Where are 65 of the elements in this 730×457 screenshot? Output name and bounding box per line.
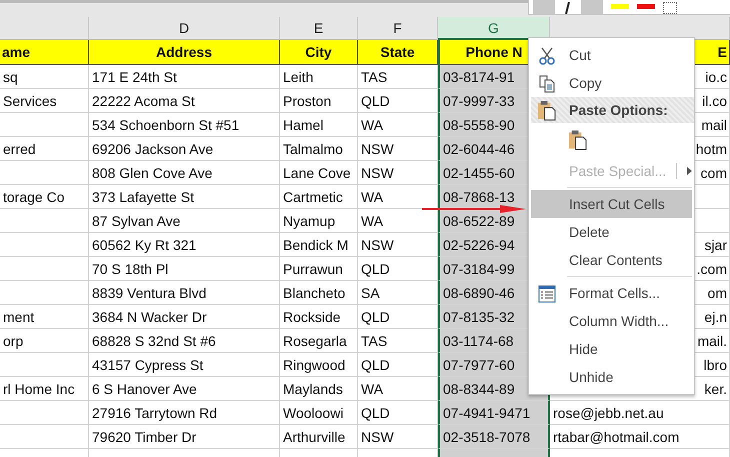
table-cell: Arthurville xyxy=(280,425,358,449)
column-header[interactable]: D xyxy=(89,17,280,40)
header-cell: City xyxy=(280,40,358,65)
table-cell: 68828 S 32nd St #6 xyxy=(89,329,280,353)
table-cell: ment xyxy=(0,305,89,329)
table-cell: orp xyxy=(0,329,89,353)
italic-icon[interactable] xyxy=(563,2,573,14)
table-cell: Talmalmo xyxy=(280,137,358,161)
toolbar-button[interactable] xyxy=(533,0,555,14)
menu-header: Paste Options: xyxy=(531,97,694,123)
toolbar-button[interactable] xyxy=(581,0,603,14)
table-cell: Bendick M xyxy=(280,233,358,257)
column-header[interactable] xyxy=(0,17,89,40)
menu-item[interactable]: Insert Cut Cells xyxy=(531,190,692,218)
table-cell: Nyamup xyxy=(280,209,358,233)
header-cell: ame xyxy=(0,40,89,65)
table-cell: torage Co xyxy=(0,185,89,209)
clipboard-icon xyxy=(537,100,556,121)
table-cell: Blancheto xyxy=(280,281,358,305)
table-cell: sq xyxy=(0,65,89,89)
table-cell: Rockside xyxy=(280,305,358,329)
column-header[interactable]: G xyxy=(438,17,550,40)
table-cell: Services xyxy=(0,89,89,113)
table-cell: 808 Glen Cove Ave xyxy=(89,161,280,185)
table-cell: rl Home Inc xyxy=(0,377,89,401)
table-cell: 171 E 24th St xyxy=(89,65,280,89)
borders-icon[interactable] xyxy=(663,2,677,14)
table-cell: 69206 Jackson Ave xyxy=(89,137,280,161)
table-cell: 3684 N Wacker Dr xyxy=(89,305,280,329)
table-cell: 60562 Ky Rt 321 xyxy=(89,233,280,257)
table-cell: Wooloowi xyxy=(280,401,358,425)
header-cell: State xyxy=(358,40,438,65)
scissors-icon xyxy=(538,47,556,65)
table-cell: 02-3518-7078 xyxy=(438,425,550,449)
table-cell: Purrawun xyxy=(280,257,358,281)
table-cell: 373 Lafayette St xyxy=(89,185,280,209)
column-header[interactable]: E xyxy=(280,17,358,40)
table-cell: 8839 Ventura Blvd xyxy=(89,281,280,305)
header-cell: Address xyxy=(89,40,280,65)
format-cells-icon xyxy=(538,285,556,303)
table-cell: Proston xyxy=(280,89,358,113)
table-cell: Maylands xyxy=(280,377,358,401)
table-cell: Rosegarla xyxy=(280,329,358,353)
table-cell: Hamel xyxy=(280,113,358,137)
table-cell: Cartmetic xyxy=(280,185,358,209)
paste-icon[interactable] xyxy=(568,128,587,152)
table-cell: 79620 Timber Dr xyxy=(89,425,280,449)
table-cell: 70 S 18th Pl xyxy=(89,257,280,281)
table-cell: 43157 Cypress St xyxy=(89,353,280,377)
table-cell: 87 Sylvan Ave xyxy=(89,209,280,233)
column-header[interactable]: F xyxy=(358,17,438,40)
table-cell: Leith xyxy=(280,65,358,89)
font-color-icon[interactable] xyxy=(637,4,655,9)
table-cell: Lane Cove xyxy=(280,161,358,185)
table-cell: erred xyxy=(0,137,89,161)
table-cell: 534 Schoenborn St #51 xyxy=(89,113,280,137)
fill-color-icon[interactable] xyxy=(611,4,629,9)
table-cell: rtabar@hotmail.com xyxy=(550,425,730,449)
table-cell: rose@jebb.net.au xyxy=(550,401,730,425)
table-cell: 27916 Tarrytown Rd xyxy=(89,401,280,425)
copy-icon xyxy=(538,75,556,93)
table-cell: Ringwood xyxy=(280,353,358,377)
table-cell: 07-4941-9471 xyxy=(438,401,550,425)
table-cell: 22222 Acoma St xyxy=(89,89,280,113)
table-cell: 6 S Hanover Ave xyxy=(89,377,280,401)
